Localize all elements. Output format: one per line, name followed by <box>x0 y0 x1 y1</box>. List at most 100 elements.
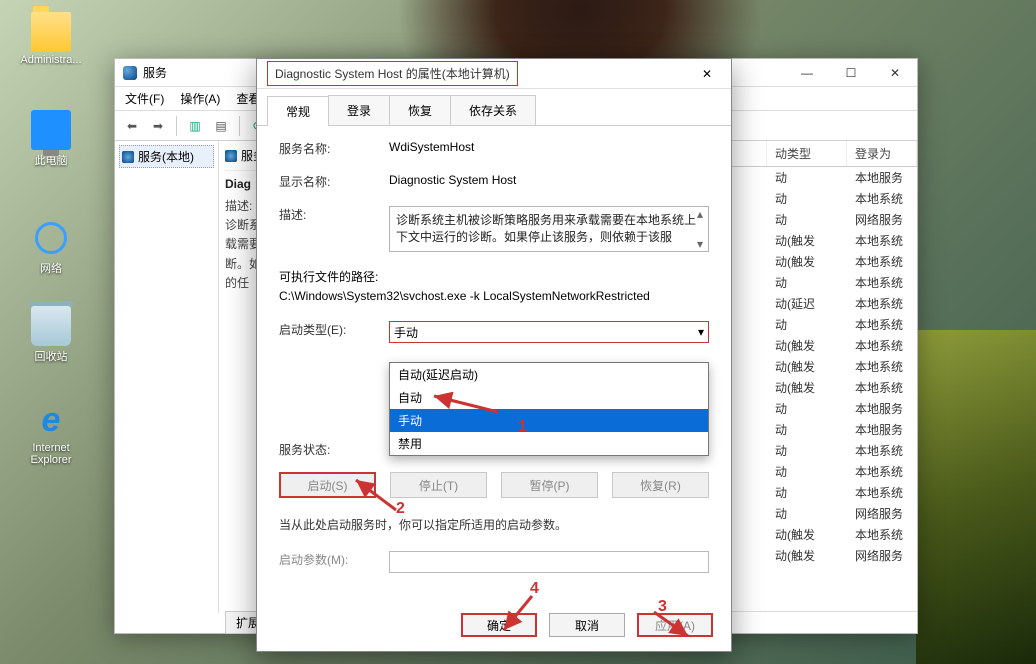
startup-type-select[interactable]: 手动 ▾ <box>389 321 709 343</box>
cell-logon: 本地系统 <box>847 251 917 272</box>
services-icon <box>123 66 137 80</box>
value-display-name: Diagnostic System Host <box>389 173 709 190</box>
desktop-icon-network[interactable]: 网络 <box>16 218 86 276</box>
description-box: 诊断系统主机被诊断策略服务用来承载需要在本地系统上下文中运行的诊断。如果停止该服… <box>389 206 709 252</box>
cell-startup: 动 <box>767 188 847 209</box>
desktop-icon-recycle-bin[interactable]: 回收站 <box>16 306 86 364</box>
col-logon-as[interactable]: 登录为 <box>847 141 917 166</box>
tree-item-local-services[interactable]: 服务(本地) <box>119 145 214 168</box>
ie-icon: e <box>31 400 71 440</box>
cell-logon: 本地系统 <box>847 293 917 314</box>
cell-logon: 本地服务 <box>847 167 917 188</box>
desktop-icon-ie[interactable]: e Internet Explorer <box>16 400 86 466</box>
cell-logon: 本地系统 <box>847 314 917 335</box>
start-param-hint: 当从此处启动服务时，你可以指定所适用的启动参数。 <box>279 516 709 533</box>
properties-dialog: Diagnostic System Host 的属性(本地计算机) ✕ 常规 登… <box>256 58 732 652</box>
desktop-icon-label: Explorer <box>16 454 86 466</box>
desktop-icon-admin[interactable]: Administra... <box>16 12 86 66</box>
label-startup-type: 启动类型(E): <box>279 321 389 343</box>
cell-startup: 动 <box>767 209 847 230</box>
cell-startup: 动 <box>767 461 847 482</box>
cell-startup: 动 <box>767 503 847 524</box>
cell-logon: 本地系统 <box>847 188 917 209</box>
cell-startup: 动 <box>767 440 847 461</box>
cell-logon: 网络服务 <box>847 503 917 524</box>
label-display-name: 显示名称: <box>279 173 389 190</box>
cell-logon: 本地系统 <box>847 335 917 356</box>
label-service-status: 服务状态: <box>279 441 389 458</box>
cell-startup: 动(触发 <box>767 230 847 251</box>
option-disabled[interactable]: 禁用 <box>390 432 708 455</box>
close-button[interactable]: ✕ <box>687 60 727 88</box>
monitor-icon <box>31 110 71 150</box>
folder-icon <box>31 12 71 52</box>
option-auto-delayed[interactable]: 自动(延迟启动) <box>390 363 708 386</box>
cell-logon: 网络服务 <box>847 209 917 230</box>
window-title: 服务 <box>143 64 167 81</box>
scroll-down-icon[interactable]: ▾ <box>697 237 703 251</box>
value-description: 诊断系统主机被诊断策略服务用来承载需要在本地系统上下文中运行的诊断。如果停止该服… <box>396 213 696 244</box>
cell-startup: 动 <box>767 482 847 503</box>
toolbar-icon[interactable]: ▥ <box>184 115 206 137</box>
cell-logon: 本地系统 <box>847 524 917 545</box>
tab-general[interactable]: 常规 <box>267 96 329 126</box>
cell-startup: 动(触发 <box>767 377 847 398</box>
network-icon <box>31 218 71 258</box>
tab-logon[interactable]: 登录 <box>328 95 390 125</box>
desktop-icon-this-pc[interactable]: 此电脑 <box>16 110 86 168</box>
cancel-button[interactable]: 取消 <box>549 613 625 637</box>
cell-startup: 动(触发 <box>767 251 847 272</box>
forward-button[interactable]: ➡ <box>147 115 169 137</box>
cell-startup: 动 <box>767 398 847 419</box>
cell-startup: 动(延迟 <box>767 293 847 314</box>
label-service-name: 服务名称: <box>279 140 389 157</box>
cell-logon: 本地服务 <box>847 398 917 419</box>
cell-startup: 动 <box>767 419 847 440</box>
cell-logon: 本地系统 <box>847 356 917 377</box>
arrow-icon <box>430 392 500 418</box>
value-service-name: WdiSystemHost <box>389 140 709 157</box>
cell-startup: 动(触发 <box>767 545 847 566</box>
cell-startup: 动 <box>767 167 847 188</box>
tree-item-label: 服务(本地) <box>138 148 194 165</box>
desktop-icon-label: Internet <box>16 442 86 454</box>
maximize-button[interactable]: ☐ <box>829 59 873 87</box>
cell-logon: 本地系统 <box>847 461 917 482</box>
label-description: 描述: <box>279 206 389 252</box>
scroll-up-icon[interactable]: ▴ <box>697 207 703 221</box>
tree-pane: 服务(本地) <box>115 141 219 613</box>
start-params-input[interactable] <box>389 551 709 573</box>
toolbar-icon[interactable]: ▤ <box>210 115 232 137</box>
arrow-icon <box>648 608 694 642</box>
desktop-icon-label: 回收站 <box>16 348 86 364</box>
value-exe-path: C:\Windows\System32\svchost.exe -k Local… <box>279 289 709 303</box>
tab-bar: 常规 登录 恢复 依存关系 <box>257 89 731 126</box>
arrow-icon <box>350 476 400 516</box>
desktop-icon-label: 网络 <box>16 260 86 276</box>
resume-button[interactable]: 恢复(R) <box>612 472 709 498</box>
arrow-icon <box>498 592 538 636</box>
gear-icon <box>122 151 134 163</box>
label-start-params: 启动参数(M): <box>279 551 389 573</box>
tab-dependencies[interactable]: 依存关系 <box>450 95 536 125</box>
gear-icon <box>225 150 237 162</box>
col-startup-type[interactable]: 动类型 <box>767 141 847 166</box>
tab-recovery[interactable]: 恢复 <box>389 95 451 125</box>
trash-icon <box>31 306 71 346</box>
select-value: 手动 <box>394 324 418 341</box>
annotation-number: 1 <box>518 418 527 436</box>
pause-button[interactable]: 暂停(P) <box>501 472 598 498</box>
cell-logon: 网络服务 <box>847 545 917 566</box>
menu-action[interactable]: 操作(A) <box>180 90 220 107</box>
back-button[interactable]: ⬅ <box>121 115 143 137</box>
cell-logon: 本地系统 <box>847 230 917 251</box>
close-button[interactable]: ✕ <box>873 59 917 87</box>
properties-titlebar[interactable]: Diagnostic System Host 的属性(本地计算机) ✕ <box>257 59 731 89</box>
minimize-button[interactable]: — <box>785 59 829 87</box>
cell-startup: 动(触发 <box>767 356 847 377</box>
cell-logon: 本地系统 <box>847 377 917 398</box>
stop-button[interactable]: 停止(T) <box>390 472 487 498</box>
menu-file[interactable]: 文件(F) <box>125 90 164 107</box>
dialog-title: Diagnostic System Host 的属性(本地计算机) <box>267 61 518 86</box>
cell-logon: 本地系统 <box>847 272 917 293</box>
